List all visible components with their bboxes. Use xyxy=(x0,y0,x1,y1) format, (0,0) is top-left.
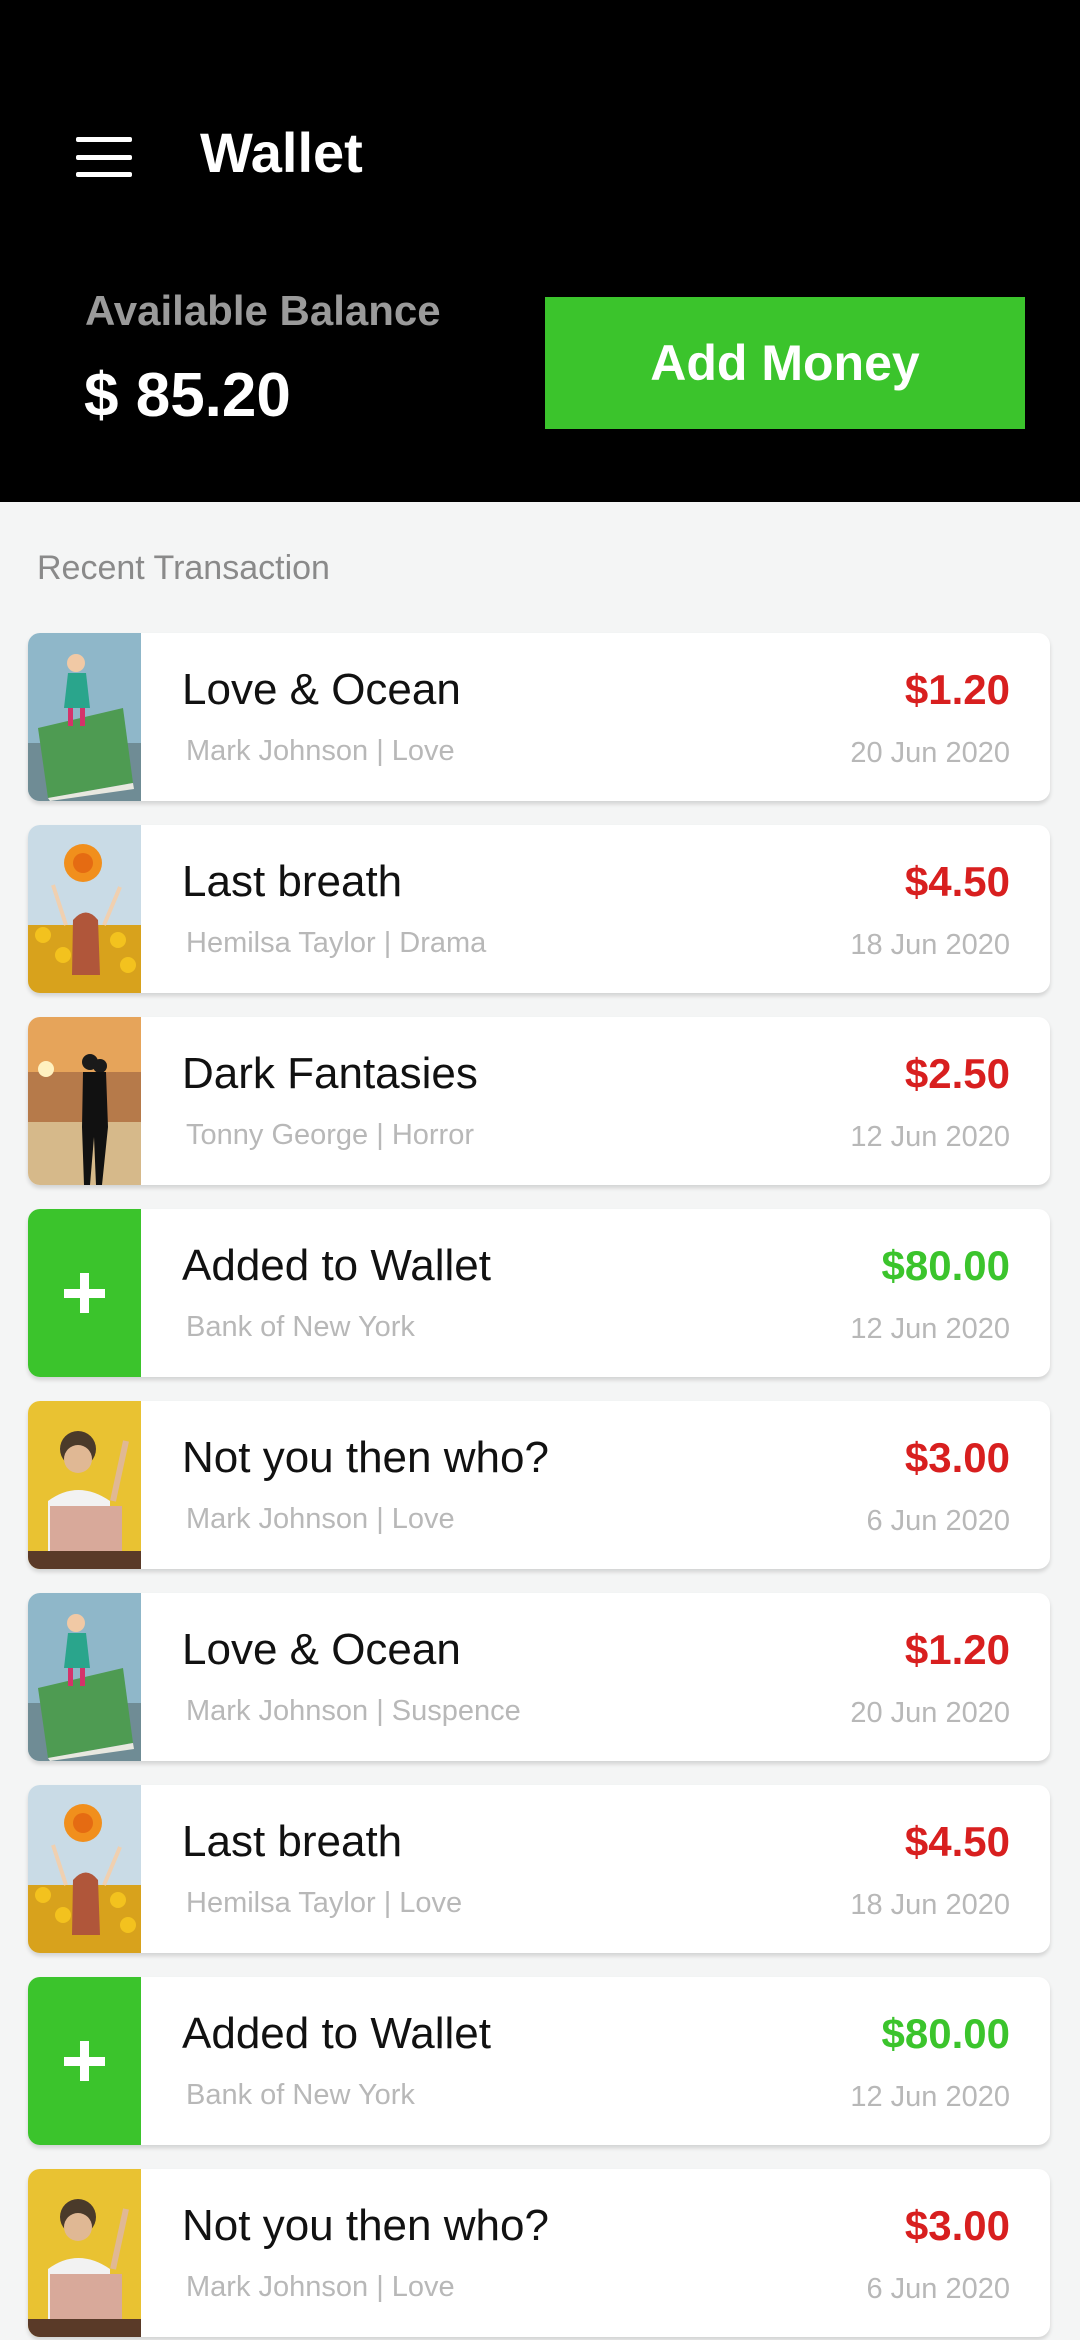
transaction-subtitle: Mark Johnson | Love xyxy=(186,1503,455,1535)
sunflower-girl-thumbnail xyxy=(28,825,141,993)
transaction-title: Not you then who? xyxy=(182,1433,549,1482)
transaction-date: 12 Jun 2020 xyxy=(850,2081,1010,2113)
hamburger-menu-icon[interactable] xyxy=(76,137,132,177)
transaction-item[interactable]: Love & Ocean Mark Johnson | Suspence $1.… xyxy=(28,1593,1050,1761)
transaction-title: Not you then who? xyxy=(182,2201,549,2250)
transaction-subtitle: Tonny George | Horror xyxy=(186,1119,474,1151)
plus-icon xyxy=(28,1209,141,1377)
transaction-subtitle: Mark Johnson | Suspence xyxy=(186,1695,521,1727)
transaction-item[interactable]: Dark Fantasies Tonny George | Horror $2.… xyxy=(28,1017,1050,1185)
transaction-item[interactable]: Last breath Hemilsa Taylor | Love $4.50 … xyxy=(28,1785,1050,1953)
transaction-amount: $3.00 xyxy=(904,1434,1010,1481)
plus-icon xyxy=(28,1977,141,2145)
transaction-amount: $80.00 xyxy=(881,2010,1010,2057)
transaction-amount: $4.50 xyxy=(904,858,1010,905)
menu-line xyxy=(76,172,132,177)
transaction-amount: $1.20 xyxy=(904,1626,1010,1673)
menu-line xyxy=(76,154,132,160)
transaction-item[interactable]: Love & Ocean Mark Johnson | Love $1.20 2… xyxy=(28,633,1050,801)
laptop-man-thumbnail xyxy=(28,1401,141,1569)
transaction-subtitle: Mark Johnson | Love xyxy=(186,2271,455,2303)
laptop-man-thumbnail xyxy=(28,2169,141,2337)
transaction-item[interactable]: Last breath Hemilsa Taylor | Drama $4.50… xyxy=(28,825,1050,993)
transaction-item[interactable]: Not you then who? Mark Johnson | Love $3… xyxy=(28,1401,1050,1569)
transaction-date: 12 Jun 2020 xyxy=(850,1121,1010,1153)
transaction-title: Added to Wallet xyxy=(182,2009,491,2058)
transaction-item[interactable]: Added to Wallet Bank of New York $80.00 … xyxy=(28,1209,1050,1377)
available-balance-value: $ 85.20 xyxy=(84,361,291,430)
transaction-date: 18 Jun 2020 xyxy=(850,929,1010,961)
transaction-title: Love & Ocean xyxy=(182,665,461,714)
menu-line xyxy=(76,137,132,142)
transaction-date: 6 Jun 2020 xyxy=(866,1505,1010,1537)
wallet-header: Wallet Available Balance $ 85.20 Add Mon… xyxy=(0,0,1080,502)
transaction-title: Last breath xyxy=(182,1817,403,1866)
transaction-title: Added to Wallet xyxy=(182,1241,491,1290)
transaction-subtitle: Bank of New York xyxy=(186,1311,415,1343)
transaction-subtitle: Mark Johnson | Love xyxy=(186,735,455,767)
transaction-date: 20 Jun 2020 xyxy=(850,1697,1010,1729)
transaction-date: 20 Jun 2020 xyxy=(850,737,1010,769)
recent-transaction-heading: Recent Transaction xyxy=(37,549,330,587)
sunflower-girl-thumbnail xyxy=(28,1785,141,1953)
transaction-date: 6 Jun 2020 xyxy=(866,2273,1010,2305)
transaction-amount: $80.00 xyxy=(881,1242,1010,1289)
transaction-amount: $3.00 xyxy=(904,2202,1010,2249)
book-girl-thumbnail xyxy=(28,1593,141,1761)
beach-couple-thumbnail xyxy=(28,1017,141,1185)
book-girl-thumbnail xyxy=(28,633,141,801)
transaction-date: 18 Jun 2020 xyxy=(850,1889,1010,1921)
transaction-amount: $2.50 xyxy=(904,1050,1010,1097)
available-balance-label: Available Balance xyxy=(85,287,441,334)
transaction-title: Last breath xyxy=(182,857,403,906)
transaction-amount: $4.50 xyxy=(904,1818,1010,1865)
transaction-item[interactable]: Not you then who? Mark Johnson | Love $3… xyxy=(28,2169,1050,2337)
transaction-amount: $1.20 xyxy=(904,666,1010,713)
add-money-button[interactable]: Add Money xyxy=(545,297,1025,429)
page-title: Wallet xyxy=(200,121,363,184)
transaction-subtitle: Hemilsa Taylor | Drama xyxy=(186,927,487,959)
transaction-title: Dark Fantasies xyxy=(182,1049,478,1098)
transaction-subtitle: Hemilsa Taylor | Love xyxy=(186,1887,463,1919)
transaction-title: Love & Ocean xyxy=(182,1625,461,1674)
transaction-item[interactable]: Added to Wallet Bank of New York $80.00 … xyxy=(28,1977,1050,2145)
transaction-list: Love & Ocean Mark Johnson | Love $1.20 2… xyxy=(28,633,1050,2340)
transaction-date: 12 Jun 2020 xyxy=(850,1313,1010,1345)
transaction-subtitle: Bank of New York xyxy=(186,2079,415,2111)
